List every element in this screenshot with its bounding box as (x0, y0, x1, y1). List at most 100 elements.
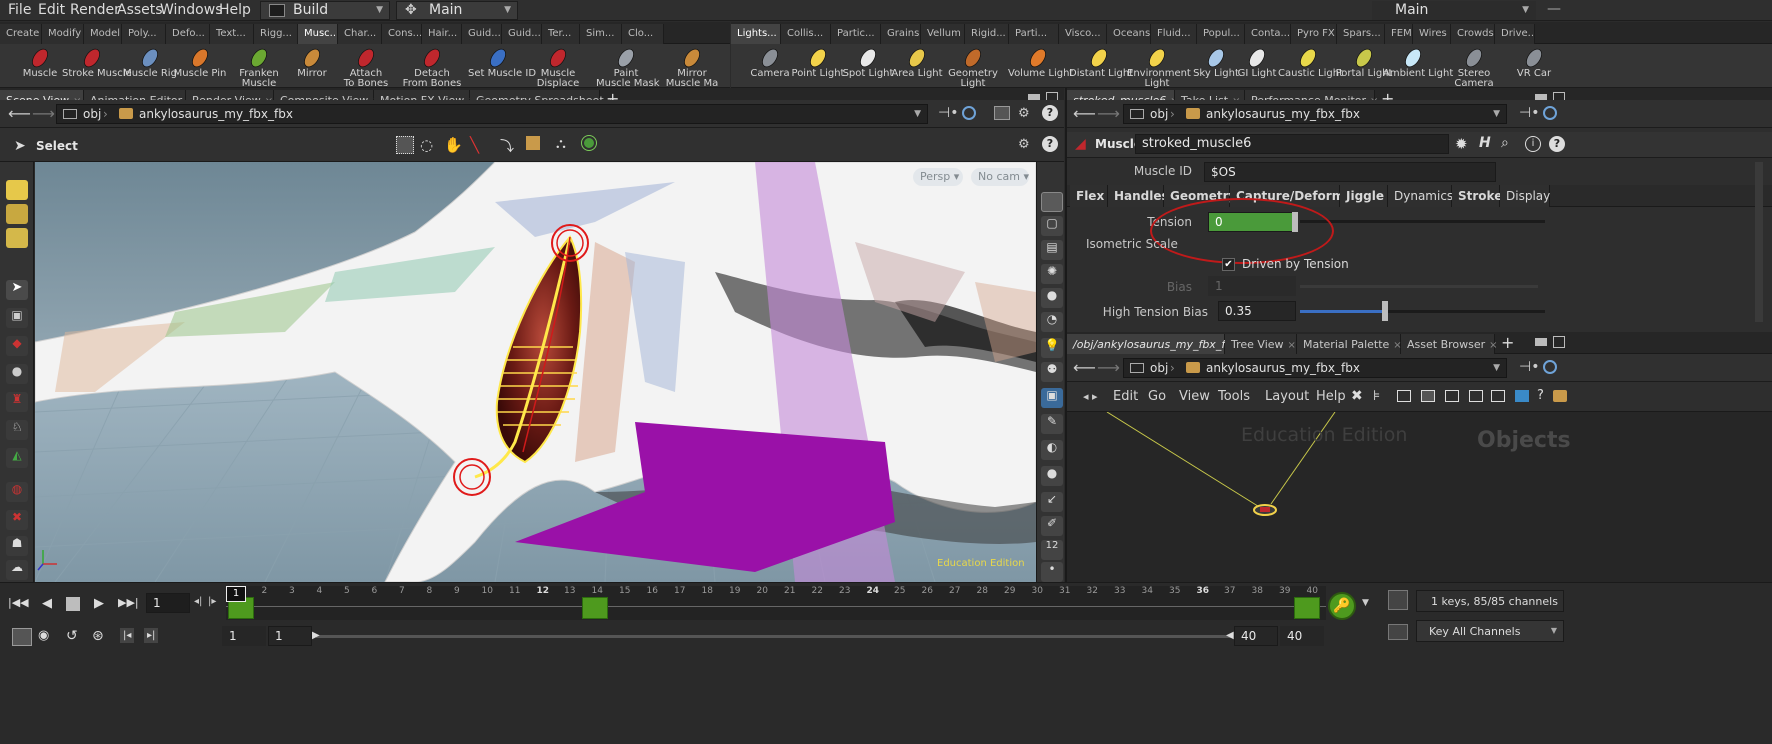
display-edges-icon[interactable] (6, 204, 28, 224)
shading-icon[interactable]: ● (1041, 288, 1063, 308)
shelf-tab[interactable]: Lights... (731, 24, 781, 44)
range-start-btn-icon[interactable]: |◂ (120, 628, 135, 643)
step-back-icon[interactable]: ◂| (194, 596, 202, 607)
path-root[interactable]: obj (83, 105, 101, 123)
shelf-tab[interactable]: Crowds (1451, 24, 1495, 44)
range-start-field[interactable]: 1 (268, 626, 312, 646)
driven-by-tension-checkbox[interactable]: ✔ (1222, 258, 1235, 271)
shelf-tab[interactable]: Clo... (622, 24, 664, 44)
stop-icon[interactable] (66, 597, 80, 611)
key-settings-icon[interactable] (1388, 590, 1408, 610)
chevron-down-icon[interactable]: ▼ (1493, 359, 1500, 377)
search-icon[interactable]: ⌕ (1501, 135, 1509, 151)
help-icon[interactable]: ? (1549, 136, 1565, 152)
lock-icon[interactable]: ▣ (6, 308, 28, 328)
shelf-tab[interactable]: Defo... (166, 24, 210, 44)
step-forward-icon[interactable]: |▸ (208, 596, 216, 607)
scene-viewport[interactable]: Persp ▾ No cam ▾ Education Edition (35, 162, 1036, 582)
select-tool-icon[interactable]: ➤ (6, 280, 28, 300)
menu-windows[interactable]: Windows (160, 2, 223, 18)
snap-icon[interactable]: ✖ (6, 510, 28, 530)
help-icon[interactable]: ? (1042, 136, 1058, 152)
shelf-tab[interactable]: Popul... (1197, 24, 1245, 44)
tab-stroke[interactable]: Stroke (1452, 185, 1502, 207)
shelf-tab[interactable]: Fluid... (1151, 24, 1197, 44)
muscle-tool-button[interactable]: Muscle (10, 44, 70, 88)
visualize-icon[interactable]: ◐ (1041, 440, 1063, 460)
help-icon[interactable]: ? (1537, 388, 1544, 403)
grid-view-icon[interactable] (1421, 390, 1435, 402)
right-context-dropdown[interactable]: Main ▼ (1372, 1, 1536, 20)
table-icon[interactable] (1445, 390, 1459, 402)
list-icon[interactable] (1397, 390, 1411, 402)
add-tab-icon[interactable]: + (1501, 333, 1514, 352)
lock-camera-icon[interactable]: ▤ (1041, 240, 1063, 260)
shelf-tab[interactable]: Grains (881, 24, 921, 44)
mirror-muscle-tool-button[interactable]: Mirror Muscle Ma (662, 44, 722, 89)
display-points-icon[interactable] (6, 180, 28, 200)
bulb-icon[interactable]: 💡 (1041, 338, 1063, 358)
play-forward-icon[interactable]: ▶ (94, 596, 104, 611)
tab-asset-browser[interactable]: Asset Browser × (1401, 334, 1498, 354)
shelf-tab[interactable]: Conta... (1245, 24, 1291, 44)
forward-arrow-icon[interactable]: ⟶ (1097, 104, 1120, 123)
persp-menu[interactable]: Persp ▾ (913, 168, 963, 186)
shelf-tab[interactable]: Vellum (921, 24, 965, 44)
stroke-muscle-tool-button[interactable]: Stroke Muscle (62, 44, 132, 88)
net-menu-tools[interactable]: Tools (1218, 389, 1250, 404)
menu-assets[interactable]: Assets (117, 2, 163, 18)
laser-select-icon[interactable]: ╲ (470, 136, 479, 154)
range-end-field[interactable]: 40 (1234, 626, 1278, 646)
chevron-down-icon[interactable]: ▼ (914, 105, 921, 123)
snapshot-icon[interactable]: ● (1041, 466, 1063, 486)
shelf-tab[interactable]: Pyro FX (1291, 24, 1337, 44)
help-icon[interactable]: ? (1042, 105, 1058, 121)
environment-light-tool-button[interactable]: Environment Light (1127, 44, 1191, 89)
forward-arrow-icon[interactable]: ⟶ (32, 104, 55, 123)
caustic-light-tool-button[interactable]: Caustic Light (1278, 44, 1343, 88)
detach-bones-tool-button[interactable]: Detach From Bones (402, 44, 462, 89)
close-icon[interactable]: × (1489, 340, 1497, 351)
forward-arrow-icon[interactable]: ⟶ (1097, 358, 1120, 377)
menu-render[interactable]: Render (70, 2, 120, 18)
shelf-tab[interactable]: Collis... (781, 24, 831, 44)
minimize-icon[interactable]: — (1547, 1, 1561, 17)
menu-help[interactable]: Help (219, 2, 251, 18)
tab-dynamics[interactable]: Dynamics (1388, 185, 1453, 207)
shelf-tab[interactable]: Drive... (1495, 24, 1535, 44)
link-icon[interactable] (1543, 360, 1557, 374)
link-icon[interactable] (962, 106, 976, 120)
shelf-tab[interactable]: Char... (338, 24, 382, 44)
view-number-icon[interactable]: 12 (1041, 540, 1063, 560)
shelf-tab[interactable]: Cons... (382, 24, 422, 44)
shelf-tab[interactable]: Wires (1413, 24, 1451, 44)
magnet-icon[interactable]: ◍ (6, 482, 28, 502)
net-menu-layout[interactable]: Layout (1265, 389, 1309, 404)
current-frame-field[interactable]: 1 (146, 593, 190, 613)
context-dropdown[interactable]: ✥ Main ▼ (396, 1, 518, 20)
shelf-tab[interactable]: Guid... (502, 24, 542, 44)
shelf-tab[interactable]: Ter... (542, 24, 580, 44)
camera-menu[interactable]: No cam ▾ (971, 168, 1029, 186)
shelf-tab[interactable]: Poly... (122, 24, 166, 44)
measure-icon[interactable]: ↙ (1041, 492, 1063, 512)
link-icon[interactable] (1543, 106, 1557, 120)
brush-icon[interactable]: ✐ (1041, 516, 1063, 536)
menu-edit[interactable]: Edit (38, 2, 65, 18)
range-end-btn-icon[interactable]: ▸| (144, 628, 159, 643)
camera-view-icon[interactable]: ▣ (1041, 388, 1063, 408)
play-backward-icon[interactable]: ◀ (42, 596, 52, 611)
loop-icon[interactable]: ↺ (66, 628, 78, 644)
viewer-path-field[interactable]: obj › ankylosaurus_my_fbx_fbx ▼ (56, 104, 928, 124)
visible-select-icon[interactable] (581, 135, 597, 151)
tab-display[interactable]: Display (1500, 185, 1550, 207)
keyframe-40[interactable] (1294, 597, 1320, 619)
jump-start-icon[interactable]: |◀◀ (8, 596, 30, 614)
select-hierarchy-icon[interactable]: ⛬ (556, 136, 566, 152)
muscle-id-field[interactable]: $OS (1204, 162, 1496, 182)
pin-icon[interactable]: ⊣• (1519, 105, 1539, 121)
ambient-light-tool-button[interactable]: Ambient Light (1383, 44, 1453, 88)
menu-file[interactable]: File (8, 2, 31, 18)
parameter-scrollbar[interactable] (1755, 162, 1763, 322)
scale-icon[interactable]: ◭ (6, 448, 28, 468)
